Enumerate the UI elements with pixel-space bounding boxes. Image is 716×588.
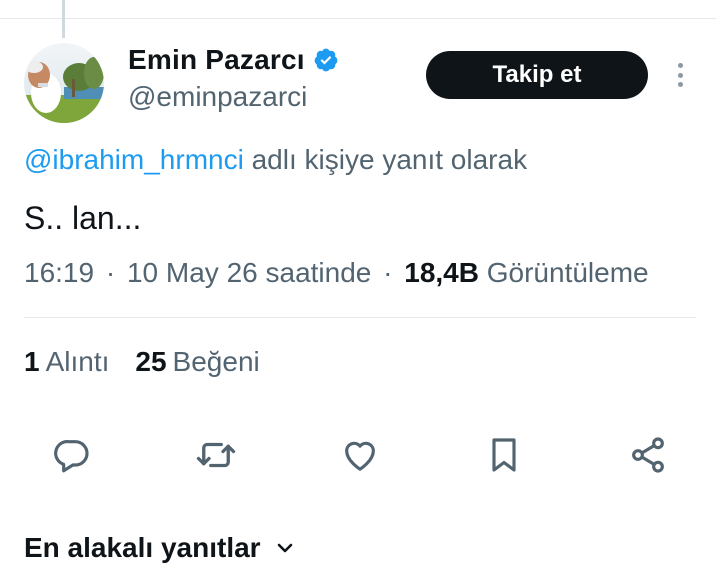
thread-connector-line	[62, 0, 65, 38]
heart-icon	[345, 441, 375, 471]
quotes-label: Alıntı	[45, 346, 110, 377]
share-icon	[632, 437, 664, 473]
views-count: 18,4B	[404, 257, 479, 288]
reply-icon	[54, 440, 89, 473]
meta-separator: ·	[98, 257, 123, 288]
chevron-down-icon	[277, 543, 292, 553]
reply-mention-link[interactable]: @ibrahim_hrmnci	[24, 144, 244, 175]
replies-sort-label: En alakalı yanıtlar	[24, 532, 261, 563]
likes-label: Beğeni	[172, 346, 260, 377]
quotes-count: 1	[24, 346, 40, 377]
more-dot	[677, 82, 683, 87]
share-button[interactable]	[626, 430, 670, 480]
tweet-time[interactable]: 16:19	[24, 257, 94, 288]
retweet-button[interactable]	[194, 430, 238, 480]
replies-sort-dropdown[interactable]: En alakalı yanıtlar	[24, 532, 297, 564]
divider	[24, 317, 696, 318]
bookmark-button[interactable]	[482, 430, 526, 480]
top-border	[0, 18, 716, 19]
likes-stat[interactable]: 25 Beğeni	[135, 346, 259, 378]
meta-separator: ·	[375, 257, 401, 288]
more-icon[interactable]	[666, 58, 694, 92]
like-button[interactable]	[338, 430, 382, 480]
bookmark-icon	[492, 438, 516, 472]
reply-button[interactable]	[50, 430, 94, 480]
tweet-text: S.. lan...	[24, 200, 142, 236]
more-dot	[677, 63, 683, 68]
action-bar	[0, 430, 716, 480]
quotes-stat[interactable]: 1 Alıntı	[24, 346, 109, 378]
reply-suffix: adlı kişiye yanıt olarak	[243, 144, 528, 175]
profile-photo	[24, 43, 104, 123]
tweet-date[interactable]: 10 May 26 saatinde	[127, 257, 371, 288]
avatar[interactable]	[24, 43, 104, 123]
follow-button[interactable]: Takip et	[426, 51, 648, 99]
display-name[interactable]: Emin Pazarcı	[128, 44, 305, 76]
likes-count: 25	[135, 346, 167, 377]
user-name-row: Emin Pazarcı	[128, 44, 339, 76]
verified-badge-icon	[313, 47, 339, 73]
user-handle[interactable]: @eminpazarci	[128, 81, 307, 113]
retweet-icon	[196, 442, 236, 468]
reply-context: @ibrahim_hrmnci adlı kişiye yanıt olarak	[24, 144, 527, 176]
more-dot	[677, 72, 683, 78]
views-label: Görüntüleme	[486, 257, 649, 288]
engagement-stats: 1 Alıntı 25 Beğeni	[24, 346, 286, 378]
tweet-meta: 16:19 · 10 May 26 saatinde · 18,4B Görün…	[24, 257, 649, 289]
